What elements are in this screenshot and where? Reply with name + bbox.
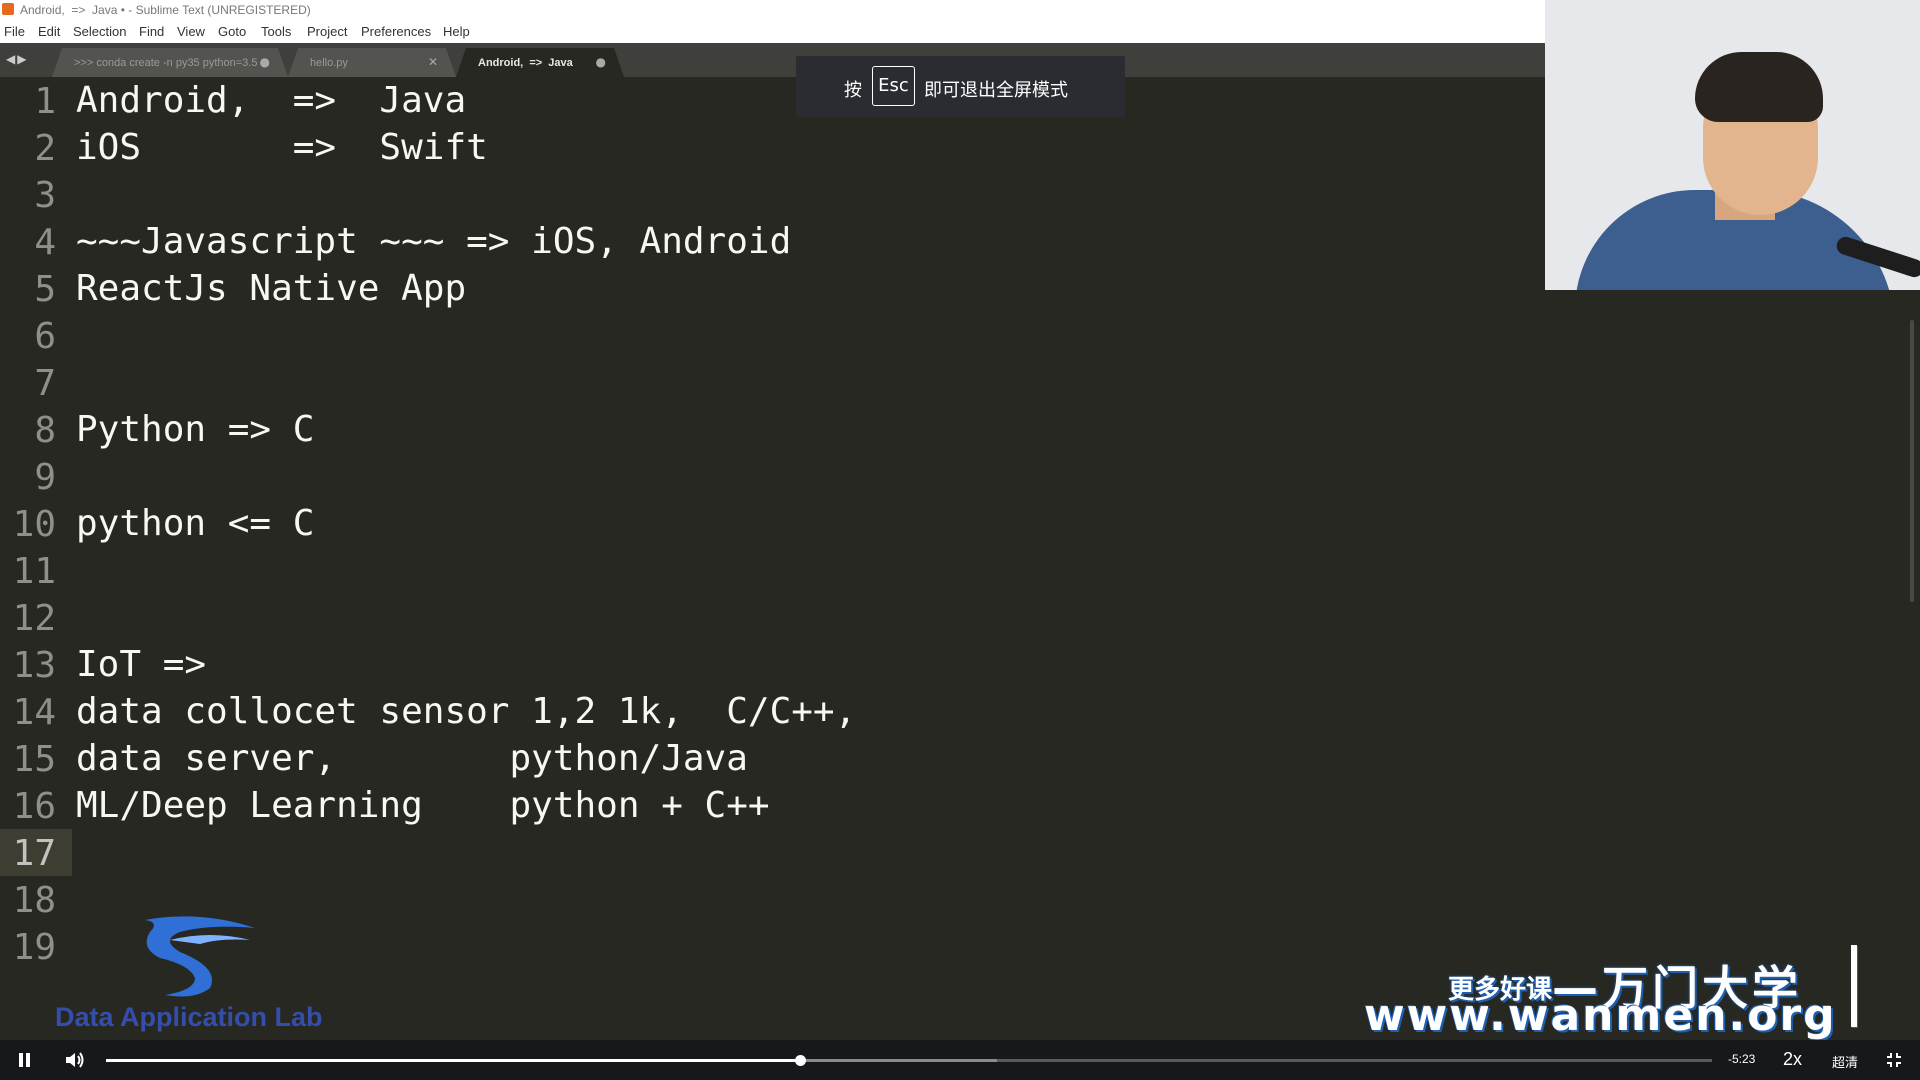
menu-preferences[interactable]: Preferences (361, 24, 431, 39)
gutter-line: 2 (0, 124, 72, 171)
line-number: 4 (34, 222, 56, 263)
tab-android-java[interactable]: Android, => Java ● (456, 48, 624, 77)
gutter-line: 4 (0, 218, 72, 265)
gutter-line: 14 (0, 688, 72, 735)
window-title: Android, => Java • - Sublime Text (UNREG… (20, 3, 311, 17)
data-application-lab-logo-icon (145, 916, 255, 997)
code-line[interactable]: ~~~Javascript ~~~ => iOS, Android (76, 218, 791, 265)
line-number: 6 (34, 316, 56, 357)
logo-text: Data Application Lab (55, 1002, 323, 1032)
tab-bar: ◀▶ >>> conda create -n py35 python=3.5 ●… (0, 43, 1545, 77)
line-number: 1 (34, 81, 56, 122)
line-number: 18 (12, 880, 56, 921)
menu-view[interactable]: View (177, 24, 205, 39)
gutter-line: 19 (0, 923, 72, 970)
line-number: 9 (34, 457, 56, 498)
gutter-line: 5 (0, 265, 72, 312)
gutter-line: 10 (0, 500, 72, 547)
tab-label: >>> conda create -n py35 python=3.5 (74, 57, 258, 69)
gutter-line: 16 (0, 782, 72, 829)
tab-label: hello.py (310, 57, 348, 69)
line-number: 2 (34, 128, 56, 169)
line-number: 5 (34, 269, 56, 310)
code-line[interactable]: Android, => Java (76, 77, 466, 124)
line-number: 17 (12, 833, 56, 874)
line-number: 14 (12, 692, 56, 733)
code-line[interactable]: ReactJs Native App (76, 265, 466, 312)
gutter-line: 8 (0, 406, 72, 453)
line-number: 7 (34, 363, 56, 404)
code-line[interactable]: python <= C (76, 500, 314, 547)
line-number: 12 (12, 598, 56, 639)
gutter-line: 6 (0, 312, 72, 359)
tab-nav-arrows-icon[interactable]: ◀▶ (6, 52, 28, 66)
fullscreen-exit-toast: 按 Esc 即可退出全屏模式 (796, 56, 1125, 117)
code-line[interactable]: Python => C (76, 406, 314, 453)
menu-find[interactable]: Find (139, 24, 164, 39)
presenter-hair (1695, 52, 1823, 122)
gutter-line: 15 (0, 735, 72, 782)
gutter-line: 11 (0, 547, 72, 594)
gutter-line: 13 (0, 641, 72, 688)
code-line[interactable]: iOS => Swift (76, 124, 488, 171)
line-number: 13 (12, 645, 56, 686)
line-number: 16 (12, 786, 56, 827)
menu-project[interactable]: Project (307, 24, 347, 39)
window-titlebar: Android, => Java • - Sublime Text (UNREG… (0, 0, 1545, 21)
code-line[interactable]: IoT => (76, 641, 206, 688)
menu-goto[interactable]: Goto (218, 24, 246, 39)
sublime-text-icon (2, 3, 14, 15)
gutter-line: 9 (0, 453, 72, 500)
unsaved-dot-icon[interactable]: ● (260, 55, 270, 69)
code-line[interactable]: ML/Deep Learning python + C++ (76, 782, 770, 829)
toast-suffix: 即可退出全屏模式 (924, 80, 1068, 101)
menu-file[interactable]: File (4, 24, 25, 39)
exit-fullscreen-icon[interactable] (1886, 1052, 1902, 1068)
line-number: 19 (12, 927, 56, 968)
menu-selection[interactable]: Selection (73, 24, 126, 39)
line-number: 10 (12, 504, 56, 545)
tab-conda-create[interactable]: >>> conda create -n py35 python=3.5 ● (52, 48, 288, 77)
video-player-controls: -5:23 2x 超清 (0, 1040, 1920, 1080)
time-remaining: -5:23 (1728, 1052, 1756, 1066)
line-number: 8 (34, 410, 56, 451)
gutter-line: 18 (0, 876, 72, 923)
line-number: 3 (34, 175, 56, 216)
gutter-line: 17 (0, 829, 72, 876)
gutter-line: 3 (0, 171, 72, 218)
tab-label: Android, => Java (478, 57, 573, 69)
gutter-line: 12 (0, 594, 72, 641)
close-icon[interactable]: ✕ (428, 55, 438, 69)
progress-track[interactable] (106, 1055, 1712, 1066)
pause-icon[interactable] (18, 1053, 32, 1067)
esc-key-badge: Esc (872, 66, 915, 106)
gutter-line: 1 (0, 77, 72, 124)
tab-hello-py[interactable]: hello.py ✕ (288, 48, 456, 77)
volume-icon[interactable] (64, 1050, 86, 1070)
line-number: 15 (12, 739, 56, 780)
toast-prefix: 按 (844, 80, 862, 101)
editor-scrollbar[interactable] (1910, 320, 1914, 602)
playback-speed-button[interactable]: 2x (1783, 1049, 1802, 1070)
webcam-overlay (1545, 0, 1920, 290)
watermark-url: www.wanmen.org (1364, 990, 1837, 1041)
menu-tools[interactable]: Tools (261, 24, 291, 39)
watermark-divider (1851, 945, 1857, 1027)
menu-edit[interactable]: Edit (38, 24, 60, 39)
played-bar (106, 1059, 800, 1062)
gutter-line: 7 (0, 359, 72, 406)
code-line[interactable]: data server, python/Java (76, 735, 748, 782)
line-number: 11 (12, 551, 56, 592)
code-line[interactable]: data collocet sensor 1,2 1k, C/C++, (76, 688, 856, 735)
quality-button[interactable]: 超清 (1832, 1052, 1858, 1071)
menu-bar: File Edit Selection Find View Goto Tools… (0, 21, 1545, 44)
unsaved-dot-icon[interactable]: ● (596, 55, 606, 69)
progress-knob[interactable] (794, 1055, 806, 1066)
menu-help[interactable]: Help (443, 24, 470, 39)
